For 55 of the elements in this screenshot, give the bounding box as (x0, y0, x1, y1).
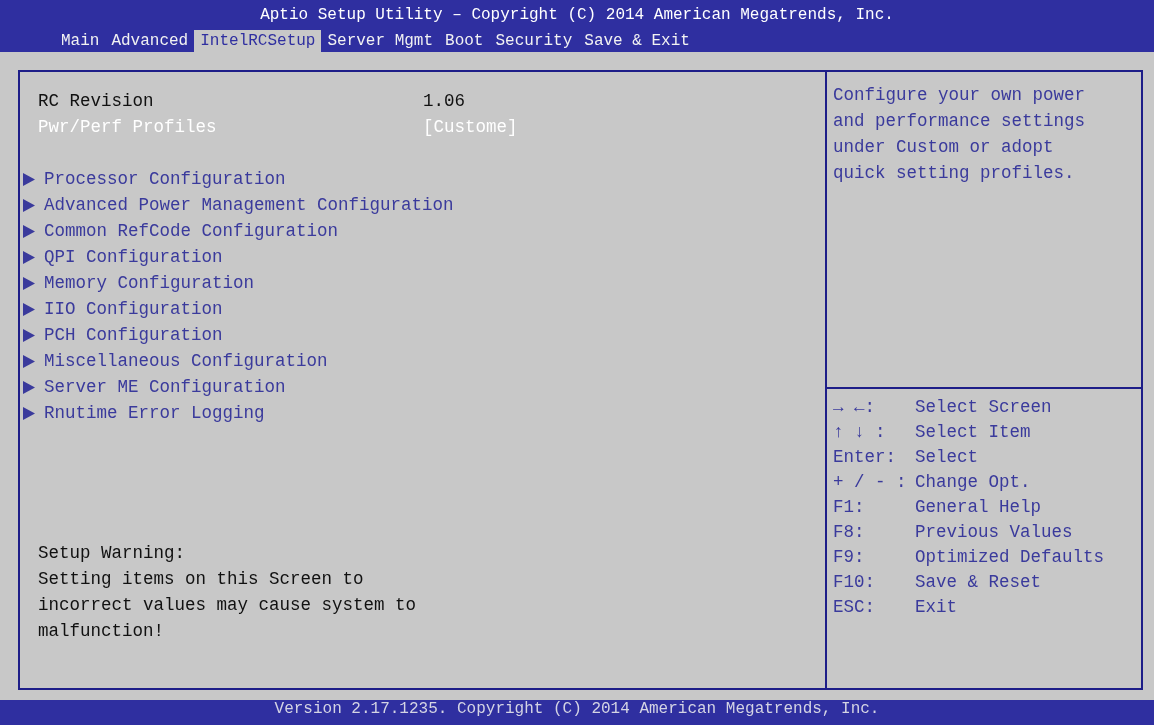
key-name: → ←: (833, 396, 876, 419)
key-action: Select Item (915, 421, 1031, 444)
key-name: ↑ ↓ : (833, 421, 887, 444)
menu-tab[interactable]: Security (489, 30, 579, 52)
submenu-item[interactable]: Server ME Configuration (44, 377, 286, 397)
submenu-item[interactable]: Miscellaneous Configuration (44, 351, 328, 371)
key-name: F1: (833, 496, 866, 519)
submenu-item[interactable]: Common RefCode Configuration (44, 221, 339, 241)
triangle-icon (23, 250, 35, 264)
submenu-item[interactable]: Rnutime Error Logging (44, 403, 265, 423)
warning-text: Setting items on this Screen to incorrect values may cause system to malfunction! (38, 568, 418, 643)
key-action: Exit (915, 596, 957, 619)
key-name: F9: (833, 546, 866, 569)
help-text: Configure your own power (833, 84, 1087, 107)
setting-value: 1.06 (423, 90, 465, 113)
key-name: F8: (833, 521, 866, 544)
key-name: F10: (833, 571, 876, 594)
menu-tab[interactable]: Boot (439, 30, 490, 52)
window-title: Aptio Setup Utility – Copyright (C) 2014 American Megatrends, Inc. (259, 5, 895, 26)
key-name: ESC: (833, 596, 876, 619)
menu-tab[interactable]: Main (55, 30, 106, 52)
triangle-icon (23, 276, 35, 290)
help-text: quick setting profiles. (833, 162, 1076, 185)
submenu-item[interactable]: Processor Configuration (44, 169, 286, 189)
submenu-item[interactable]: IIO Configuration (44, 299, 223, 319)
triangle-icon (23, 224, 35, 238)
key-name: + / - : (833, 471, 908, 494)
key-action: Save & Reset (915, 571, 1042, 594)
key-action: Optimized Defaults (915, 546, 1105, 569)
key-name: Enter: (833, 446, 897, 469)
menu-tab[interactable]: Save & Exit (578, 30, 696, 52)
key-action: General Help (915, 496, 1042, 519)
warning-title: Setup Warning: (38, 542, 187, 565)
help-text: and performance settings (833, 110, 1087, 133)
submenu-item[interactable]: QPI Configuration (44, 247, 223, 267)
version-text: Version 2.17.1235. Copyright (C) 2014 American Megatrends, Inc. (274, 700, 880, 718)
setting-label[interactable]: RC Revision (38, 88, 423, 114)
triangle-icon (23, 172, 35, 186)
triangle-icon (23, 380, 35, 394)
triangle-icon (23, 198, 35, 212)
key-action: Previous Values (915, 521, 1073, 544)
submenu-item[interactable]: Advanced Power Management Configuration (44, 195, 454, 215)
triangle-icon (23, 406, 35, 420)
menu-tab[interactable]: Advanced (105, 30, 195, 52)
key-action: Select (915, 446, 978, 469)
triangle-icon (23, 302, 35, 316)
help-text: under Custom or adopt (833, 136, 1055, 159)
key-action: Change Opt. (915, 471, 1031, 494)
triangle-icon (23, 328, 35, 342)
triangle-icon (23, 354, 35, 368)
menu-tab[interactable]: IntelRCSetup (194, 30, 322, 52)
key-action: Select Screen (915, 396, 1052, 419)
menu-tab[interactable]: Server Mgmt (321, 30, 440, 52)
submenu-item[interactable]: PCH Configuration (44, 325, 223, 345)
submenu-item[interactable]: Memory Configuration (44, 273, 255, 293)
